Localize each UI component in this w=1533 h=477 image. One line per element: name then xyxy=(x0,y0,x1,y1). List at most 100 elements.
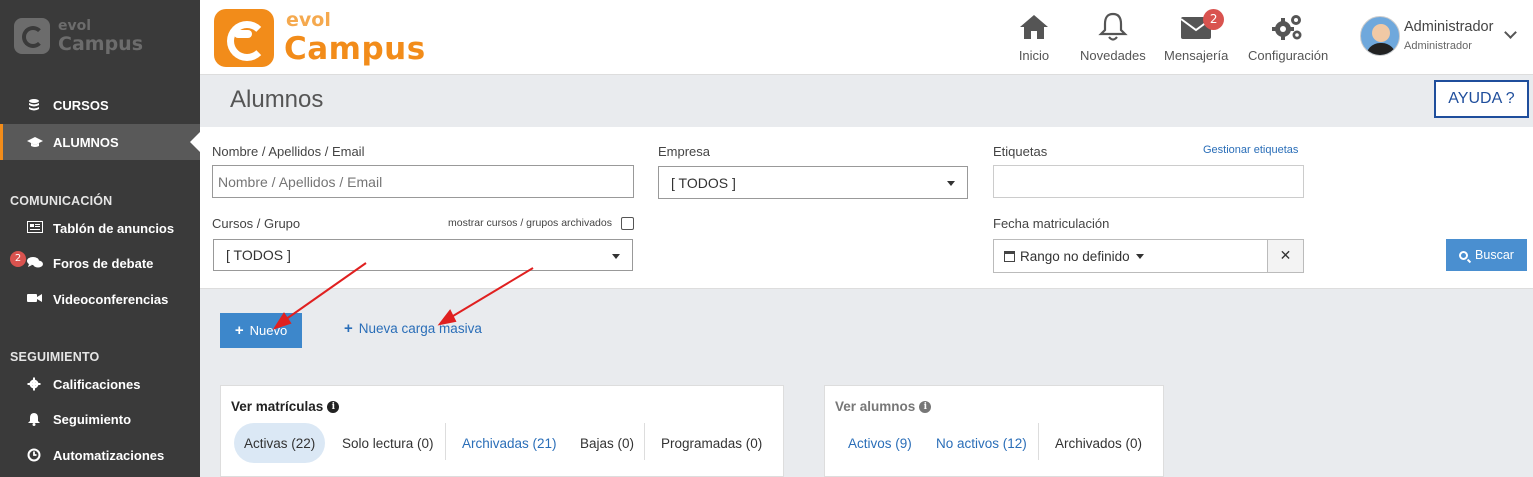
sidebar-item-calificaciones[interactable]: Calificaciones xyxy=(0,366,200,402)
tab-no-activos[interactable]: No activos (12) xyxy=(926,423,1037,463)
bell-icon xyxy=(27,412,43,426)
messages-badge: 2 xyxy=(1203,9,1225,30)
database-icon xyxy=(27,98,43,112)
sidebar-item-seguimiento[interactable]: Seguimiento xyxy=(0,401,200,437)
nav-label: Configuración xyxy=(1248,48,1329,63)
envelope-icon: 2 xyxy=(1180,9,1225,42)
clear-date-button[interactable]: ✕ xyxy=(1268,239,1304,273)
sidebar-item-foros[interactable]: Foros de debate xyxy=(0,245,200,281)
tab-solo-lectura[interactable]: Solo lectura (0) xyxy=(332,423,444,463)
company-select-value: [ TODOS ] xyxy=(671,174,736,191)
user-name: Administrador xyxy=(1404,19,1494,35)
brand-top: evol xyxy=(286,9,331,31)
sidebar-item-label: Foros de debate xyxy=(53,255,154,271)
close-icon: ✕ xyxy=(1279,248,1292,264)
brand-mark-icon xyxy=(214,9,274,67)
manage-tags-link[interactable]: Gestionar etiquetas xyxy=(1203,144,1298,156)
help-button[interactable]: AYUDA ? xyxy=(1434,80,1529,118)
search-icon xyxy=(1459,250,1469,260)
newspaper-icon xyxy=(27,221,43,235)
nav-label: Mensajería xyxy=(1164,48,1229,63)
graduation-cap-icon xyxy=(27,135,43,149)
company-select[interactable]: [ TODOS ] xyxy=(658,166,968,199)
caret-down-icon xyxy=(1135,253,1144,259)
students-title: Ver alumnos i xyxy=(835,399,932,414)
students-title-text: Ver alumnos xyxy=(835,399,916,414)
brand-logo[interactable]: evol Campus xyxy=(214,7,429,69)
sidebar-section-seguimiento: SEGUIMIENTO xyxy=(10,350,100,364)
caret-down-icon xyxy=(947,181,955,186)
sidebar-logo-bottom: Campus xyxy=(58,33,143,55)
gears-icon xyxy=(1272,12,1304,42)
name-filter-label: Nombre / Apellidos / Email xyxy=(212,144,365,159)
nav-inicio[interactable]: Inicio xyxy=(1018,12,1050,63)
top-header: evol Campus Inicio Novedades 2 Mensajerí… xyxy=(200,0,1533,75)
company-filter-label: Empresa xyxy=(658,144,711,159)
sidebar-item-label: Videoconferencias xyxy=(53,291,169,307)
sidebar-item-videoconferencias[interactable]: Videoconferencias xyxy=(0,281,200,317)
user-role: Administrador xyxy=(1404,40,1472,52)
avatar xyxy=(1360,16,1400,56)
sidebar-item-label: Seguimiento xyxy=(53,411,132,427)
title-bar: Alumnos AYUDA ? xyxy=(200,75,1533,127)
name-search-input[interactable] xyxy=(212,165,634,198)
sidebar-item-label: CURSOS xyxy=(53,97,109,113)
courses-select-value: [ TODOS ] xyxy=(226,247,291,263)
tags-input[interactable] xyxy=(993,165,1304,198)
show-archived-label: mostrar cursos / grupos archivados xyxy=(448,217,612,229)
sidebar-item-automatizaciones[interactable]: Automatizaciones xyxy=(0,437,200,473)
sidebar-item-cursos[interactable]: CURSOS xyxy=(0,87,200,123)
nav-label: Inicio xyxy=(1018,48,1050,63)
tab-bajas[interactable]: Bajas (0) xyxy=(570,423,644,463)
sidebar-item-label: Tablón de anuncios xyxy=(53,220,175,236)
enrollments-title: Ver matrículas i xyxy=(231,399,340,414)
info-icon[interactable]: i xyxy=(327,400,340,413)
courses-select[interactable]: [ TODOS ] xyxy=(213,239,633,271)
tab-programadas[interactable]: Programadas (0) xyxy=(651,423,772,463)
home-icon xyxy=(1018,12,1050,42)
tab-activas[interactable]: Activas (22) xyxy=(234,423,326,463)
video-camera-icon xyxy=(27,292,43,306)
sidebar-item-label: ALUMNOS xyxy=(53,134,119,150)
plus-icon: + xyxy=(344,320,353,337)
bulk-link-label: Nueva carga masiva xyxy=(358,321,482,336)
clock-icon xyxy=(27,448,43,462)
tags-filter-label: Etiquetas xyxy=(993,144,1048,159)
sidebar-item-alumnos[interactable]: ALUMNOS xyxy=(0,124,200,160)
info-icon[interactable]: i xyxy=(919,400,932,413)
search-button-label: Buscar xyxy=(1475,248,1514,262)
brand-bottom: Campus xyxy=(284,31,426,67)
new-student-button[interactable]: + Nuevo xyxy=(220,313,302,348)
date-filter-label: Fecha matriculación xyxy=(993,216,1110,231)
divider xyxy=(644,423,645,460)
logo-mark-icon xyxy=(14,18,50,54)
sidebar-logo[interactable]: evol Campus xyxy=(14,18,154,58)
comments-icon xyxy=(27,256,43,270)
date-range-picker[interactable]: Rango no definido xyxy=(993,239,1268,273)
bulk-upload-link[interactable]: + Nueva carga masiva xyxy=(344,320,482,337)
sidebar: evol Campus CURSOS ALUMNOS COMUNICACIÓN … xyxy=(0,0,200,477)
sidebar-item-tablon[interactable]: Tablón de anuncios xyxy=(0,210,200,246)
bell-icon xyxy=(1097,12,1129,42)
courses-filter-label: Cursos / Grupo xyxy=(212,216,301,231)
students-card: Ver alumnos i Activos (9) No activos (12… xyxy=(824,385,1164,477)
caret-down-icon xyxy=(612,254,620,259)
sidebar-section-comunicacion: COMUNICACIÓN xyxy=(10,194,113,208)
foros-badge: 2 xyxy=(10,251,26,267)
show-archived-checkbox[interactable] xyxy=(621,217,634,230)
filter-panel: Nombre / Apellidos / Email Empresa [ TOD… xyxy=(200,127,1533,289)
tab-activos[interactable]: Activos (9) xyxy=(838,423,922,463)
tab-archivadas[interactable]: Archivadas (21) xyxy=(452,423,567,463)
user-menu[interactable]: Administrador Administrador xyxy=(1360,15,1530,59)
tab-archivados[interactable]: Archivados (0) xyxy=(1045,423,1152,463)
cog-icon xyxy=(27,377,43,391)
search-button[interactable]: Buscar xyxy=(1446,239,1527,271)
nav-novedades[interactable]: Novedades xyxy=(1080,12,1146,63)
nav-configuracion[interactable]: Configuración xyxy=(1248,12,1328,63)
sidebar-item-label: Calificaciones xyxy=(53,376,141,392)
page-title: Alumnos xyxy=(230,86,324,113)
nav-mensajeria[interactable]: 2 Mensajería xyxy=(1164,9,1229,63)
new-button-label: Nuevo xyxy=(249,323,288,338)
nav-label: Novedades xyxy=(1080,48,1146,63)
divider xyxy=(1038,423,1039,460)
